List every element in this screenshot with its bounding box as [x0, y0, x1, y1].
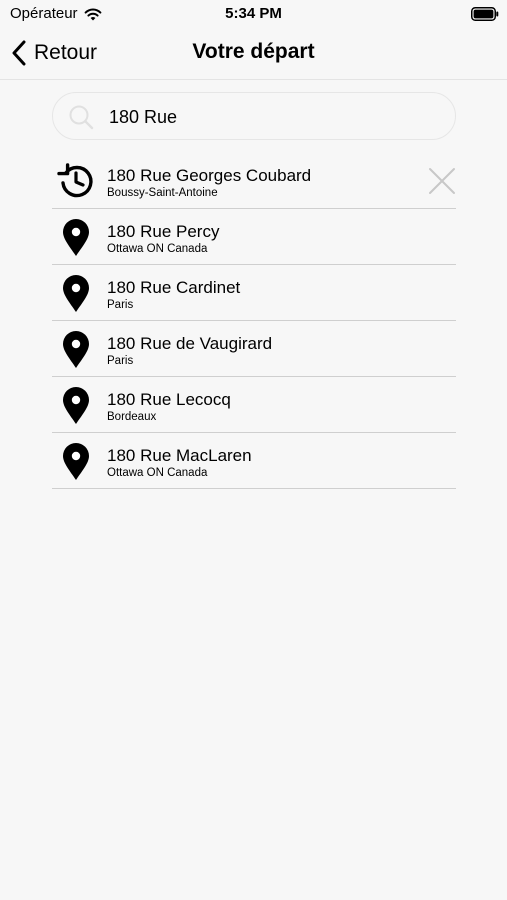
- result-subtitle: Ottawa ON Canada: [107, 243, 208, 255]
- location-result-row[interactable]: 180 Rue Percy Ottawa ON Canada: [52, 209, 456, 265]
- result-subtitle: Ottawa ON Canada: [107, 467, 208, 479]
- result-subtitle: Paris: [107, 355, 134, 367]
- result-subtitle: Bordeaux: [107, 411, 157, 423]
- navigation-bar: Retour Votre départ: [0, 28, 507, 80]
- results-list: 180 Rue Georges Coubard Boussy-Saint-Ant…: [52, 153, 456, 489]
- result-subtitle: Boussy-Saint-Antoine: [107, 187, 218, 199]
- result-title: 180 Rue MacLaren: [107, 446, 252, 465]
- history-result-row[interactable]: 180 Rue Georges Coubard Boussy-Saint-Ant…: [52, 153, 456, 209]
- status-bar: Opérateur 5:34 PM: [0, 0, 507, 28]
- map-pin-icon: [63, 443, 89, 480]
- map-pin-icon: [63, 387, 89, 424]
- search-icon: [69, 105, 94, 130]
- location-result-row[interactable]: 180 Rue Lecocq Bordeaux: [52, 377, 456, 433]
- result-title: 180 Rue de Vaugirard: [107, 334, 273, 353]
- result-subtitle: Paris: [107, 299, 134, 311]
- location-result-row[interactable]: 180 Rue Cardinet Paris: [52, 265, 456, 321]
- map-pin-icon: [63, 219, 89, 256]
- result-title: 180 Rue Lecocq: [107, 390, 231, 409]
- status-time: 5:34 PM: [225, 5, 282, 22]
- result-title: 180 Rue Cardinet: [107, 278, 241, 297]
- battery-icon: [471, 7, 499, 21]
- history-icon: [57, 163, 93, 198]
- search-input[interactable]: [109, 99, 439, 135]
- result-title: 180 Rue Georges Coubard: [107, 166, 312, 185]
- close-icon[interactable]: [428, 167, 456, 195]
- location-result-row[interactable]: 180 Rue MacLaren Ottawa ON Canada: [52, 433, 456, 489]
- search-box[interactable]: [52, 92, 456, 140]
- result-title: 180 Rue Percy: [107, 222, 220, 241]
- page-title: Votre départ: [192, 40, 315, 63]
- map-pin-icon: [63, 275, 89, 312]
- location-result-row[interactable]: 180 Rue de Vaugirard Paris: [52, 321, 456, 377]
- map-pin-icon: [63, 331, 89, 368]
